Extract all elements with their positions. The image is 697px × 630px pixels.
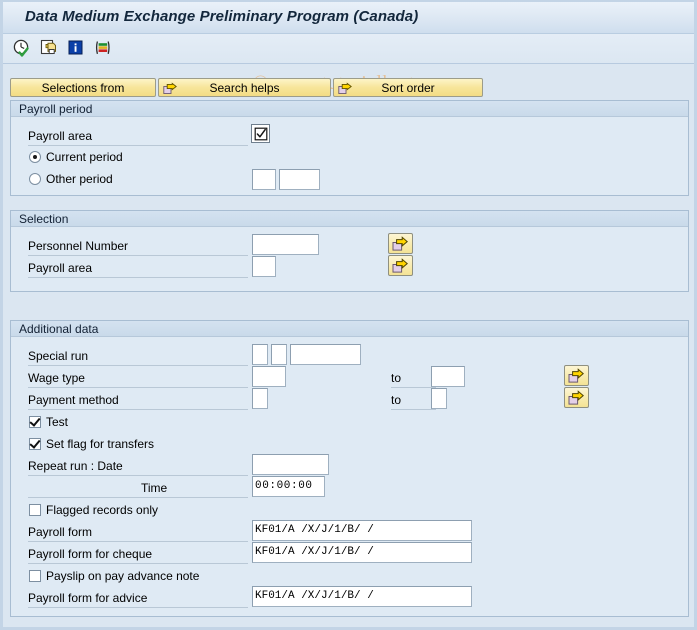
payroll-period-group: Payroll period Payroll area Current peri… [10, 100, 689, 196]
label-underline [391, 409, 436, 410]
payroll-area-label: Payroll area [28, 129, 93, 143]
additional-data-group: Additional data Special run Wage type to [10, 320, 689, 617]
sort-order-label: Sort order [381, 80, 435, 95]
copy-variant-icon[interactable] [39, 38, 59, 58]
wage-type-to-label: to [391, 371, 402, 385]
toolbar-icon-group [12, 38, 113, 58]
label-underline [28, 563, 248, 564]
special-run-input-1[interactable] [252, 344, 268, 365]
action-button-row: Selections from Search helps Sort order [10, 78, 483, 97]
label-underline [28, 497, 248, 498]
payroll-period-header: Payroll period [11, 100, 688, 117]
repeat-run-date-input[interactable] [252, 454, 329, 475]
selections-from-label: Selections from [41, 80, 125, 95]
other-period-label: Other period [46, 172, 113, 186]
label-underline [28, 475, 248, 476]
flagged-records-only-label: Flagged records only [46, 503, 159, 517]
other-period-input-1[interactable] [252, 169, 276, 190]
label-underline [28, 387, 248, 388]
label-underline [28, 607, 248, 608]
title-bar: Data Medium Exchange Preliminary Program… [3, 2, 694, 34]
personnel-number-multiple-selection-button[interactable] [388, 233, 413, 254]
search-helps-button[interactable]: Search helps [158, 78, 331, 97]
payroll-period-body: Payroll area Current period Other period [11, 117, 688, 195]
payroll-form-cheque-label: Payroll form for cheque [28, 547, 153, 561]
set-flag-for-transfers-checkbox[interactable] [29, 438, 41, 450]
yellow-arrow-icon [392, 258, 408, 273]
label-underline [28, 409, 248, 410]
special-run-input-2[interactable] [271, 344, 287, 365]
payment-method-from-input[interactable] [252, 388, 268, 409]
sap-window: Data Medium Exchange Preliminary Program… [0, 0, 697, 630]
label-underline [28, 277, 248, 278]
set-flag-for-transfers-label: Set flag for transfers [46, 437, 155, 451]
payroll-form-cheque-input[interactable]: KF01/A /X/J/1/B/ / [252, 542, 472, 563]
wage-type-from-input[interactable] [252, 366, 286, 387]
label-underline [28, 255, 248, 256]
toolbar: © www.tutorialkart.com [3, 34, 694, 94]
personnel-number-input[interactable] [252, 234, 319, 255]
payroll-area-selection-label: Payroll area [28, 261, 93, 275]
checkbox-check-icon [254, 127, 267, 140]
repeat-run-date-label: Repeat run : Date [28, 459, 123, 473]
payslip-on-pay-advance-note-checkbox[interactable] [29, 570, 41, 582]
info-icon[interactable] [66, 38, 86, 58]
personnel-number-label: Personnel Number [28, 239, 129, 253]
label-underline [28, 365, 248, 366]
payroll-form-label: Payroll form [28, 525, 93, 539]
payroll-form-advice-label: Payroll form for advice [28, 591, 148, 605]
payroll-area-multiple-selection-button[interactable] [388, 255, 413, 276]
time-label: Time [141, 481, 168, 495]
yellow-arrow-icon [568, 390, 584, 405]
yellow-arrow-icon [338, 81, 352, 95]
multiple-selection-icon[interactable] [93, 38, 113, 58]
execute-clock-icon[interactable] [12, 38, 32, 58]
flagged-records-only-checkbox[interactable] [29, 504, 41, 516]
additional-data-body: Special run Wage type to Payment method [11, 337, 688, 616]
search-helps-label: Search helps [209, 80, 280, 95]
special-run-input-3[interactable] [290, 344, 361, 365]
selection-group: Selection Personnel Number Payroll area [10, 210, 689, 292]
special-run-label: Special run [28, 349, 89, 363]
selection-header: Selection [11, 210, 688, 227]
other-period-input-2[interactable] [279, 169, 320, 190]
payroll-form-input[interactable]: KF01/A /X/J/1/B/ / [252, 520, 472, 541]
selection-body: Personnel Number Payroll area [11, 227, 688, 291]
test-label: Test [46, 415, 69, 429]
payment-method-to-label: to [391, 393, 402, 407]
wage-type-label: Wage type [28, 371, 85, 385]
label-underline [28, 541, 248, 542]
wage-type-to-input[interactable] [431, 366, 465, 387]
payment-method-to-input[interactable] [431, 388, 447, 409]
page-title: Data Medium Exchange Preliminary Program… [25, 8, 419, 25]
yellow-arrow-icon [163, 81, 177, 95]
payment-method-multiple-selection-button[interactable] [564, 387, 589, 408]
selections-from-button[interactable]: Selections from [10, 78, 156, 97]
current-period-radio[interactable] [29, 151, 41, 163]
label-underline [28, 145, 248, 146]
payslip-on-pay-advance-note-label: Payslip on pay advance note [46, 569, 200, 583]
time-input[interactable]: 00:00:00 [252, 476, 325, 497]
test-checkbox[interactable] [29, 416, 41, 428]
payment-method-label: Payment method [28, 393, 119, 407]
yellow-arrow-icon [392, 236, 408, 251]
wage-type-multiple-selection-button[interactable] [564, 365, 589, 386]
payroll-form-advice-input[interactable]: KF01/A /X/J/1/B/ / [252, 586, 472, 607]
payroll-area-selection-input[interactable] [252, 256, 276, 277]
sort-order-button[interactable]: Sort order [333, 78, 483, 97]
additional-data-header: Additional data [11, 320, 688, 337]
payroll-area-value-help-button[interactable] [251, 124, 270, 143]
other-period-radio[interactable] [29, 173, 41, 185]
yellow-arrow-icon [568, 368, 584, 383]
label-underline [391, 387, 436, 388]
current-period-label: Current period [46, 150, 123, 164]
